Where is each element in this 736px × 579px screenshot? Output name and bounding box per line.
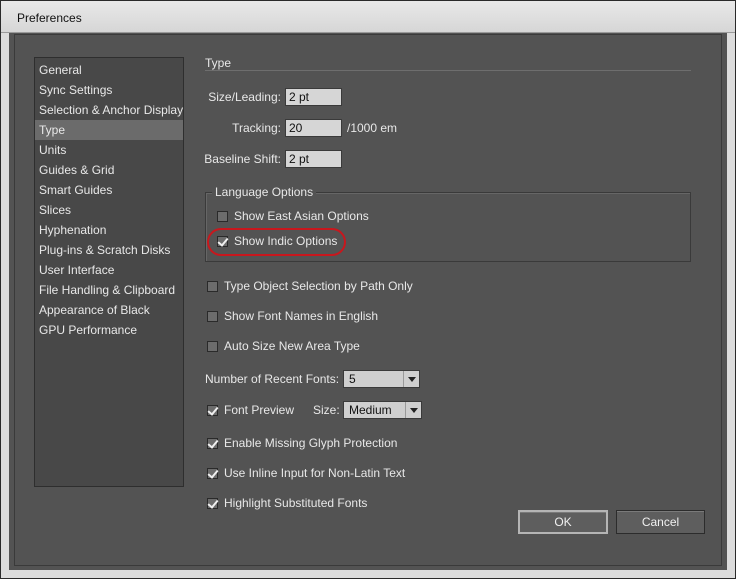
sidebar-item-file-handling-clipboard[interactable]: File Handling & Clipboard <box>35 280 183 300</box>
sidebar-item-hyphenation[interactable]: Hyphenation <box>35 220 183 240</box>
auto-size-area-type-checkbox[interactable] <box>207 341 218 352</box>
language-options-title: Language Options <box>212 185 317 199</box>
window-frame-left <box>1 33 9 578</box>
sidebar-item-smart-guides[interactable]: Smart Guides <box>35 180 183 200</box>
title-bar[interactable]: Preferences <box>1 1 735 33</box>
font-preview-label: Font Preview <box>224 403 295 417</box>
sidebar-item-selection-anchor-display[interactable]: Selection & Anchor Display <box>35 100 183 120</box>
sidebar-item-type[interactable]: Type <box>35 120 183 140</box>
sidebar-item-slices[interactable]: Slices <box>35 200 183 220</box>
tracking-unit: /1000 em <box>347 121 398 135</box>
font-preview-size-label: Size: <box>313 403 340 417</box>
show-font-names-english-option[interactable]: Show Font Names in English <box>207 308 378 324</box>
highlight-substituted-label: Highlight Substituted Fonts <box>224 496 368 510</box>
window-frame-right <box>727 33 735 578</box>
show-east-asian-label: Show East Asian Options <box>234 209 369 223</box>
chevron-down-icon[interactable] <box>405 402 421 418</box>
section-divider <box>205 70 691 71</box>
show-font-names-english-label: Show Font Names in English <box>224 309 379 323</box>
highlight-substituted-option[interactable]: Highlight Substituted Fonts <box>207 495 367 511</box>
sidebar-item-gpu-performance[interactable]: GPU Performance <box>35 320 183 340</box>
sidebar-item-plugins-scratch-disks[interactable]: Plug-ins & Scratch Disks <box>35 240 183 260</box>
sidebar-item-sync-settings[interactable]: Sync Settings <box>35 80 183 100</box>
sidebar-item-units[interactable]: Units <box>35 140 183 160</box>
recent-fonts-label: Number of Recent Fonts: <box>205 372 340 386</box>
chevron-down-icon[interactable] <box>403 371 419 387</box>
font-preview-option[interactable]: Font Preview <box>207 402 294 418</box>
type-object-selection-label: Type Object Selection by Path Only <box>224 279 413 293</box>
dialog-content: General Sync Settings Selection & Anchor… <box>14 34 722 566</box>
auto-size-area-type-label: Auto Size New Area Type <box>224 339 360 353</box>
window-frame-bottom <box>1 570 735 578</box>
red-highlight-ring <box>207 228 346 256</box>
show-font-names-english-checkbox[interactable] <box>207 311 218 322</box>
size-leading-label: Size/Leading: <box>208 90 281 104</box>
baseline-shift-input[interactable]: 2 pt <box>285 150 342 168</box>
sidebar-item-general[interactable]: General <box>35 60 183 80</box>
font-preview-size-value: Medium <box>349 403 392 417</box>
missing-glyph-option[interactable]: Enable Missing Glyph Protection <box>207 435 397 451</box>
baseline-shift-label: Baseline Shift: <box>204 152 281 166</box>
sidebar-item-user-interface[interactable]: User Interface <box>35 260 183 280</box>
window-title: Preferences <box>17 11 82 25</box>
font-preview-checkbox[interactable] <box>207 405 218 416</box>
show-east-asian-checkbox[interactable] <box>217 211 228 222</box>
ok-button[interactable]: OK <box>518 510 608 534</box>
size-leading-input[interactable]: 2 pt <box>285 88 342 106</box>
font-preview-size-select[interactable]: Medium <box>343 401 422 419</box>
recent-fonts-value: 5 <box>349 372 356 386</box>
section-title-type: Type <box>205 56 232 70</box>
inline-input-checkbox[interactable] <box>207 468 218 479</box>
cancel-button[interactable]: Cancel <box>616 510 705 534</box>
sidebar-item-guides-grid[interactable]: Guides & Grid <box>35 160 183 180</box>
missing-glyph-label: Enable Missing Glyph Protection <box>224 436 398 450</box>
recent-fonts-select[interactable]: 5 <box>343 370 420 388</box>
highlight-substituted-checkbox[interactable] <box>207 498 218 509</box>
sidebar-item-appearance-of-black[interactable]: Appearance of Black <box>35 300 183 320</box>
tracking-label: Tracking: <box>232 121 281 135</box>
preferences-window: Preferences General Sync Settings Select… <box>0 0 736 579</box>
auto-size-area-type-option[interactable]: Auto Size New Area Type <box>207 338 360 354</box>
type-object-selection-checkbox[interactable] <box>207 281 218 292</box>
inline-input-label: Use Inline Input for Non-Latin Text <box>224 466 406 480</box>
tracking-input[interactable]: 20 <box>285 119 342 137</box>
show-east-asian-options[interactable]: Show East Asian Options <box>217 208 369 224</box>
inline-input-option[interactable]: Use Inline Input for Non-Latin Text <box>207 465 405 481</box>
missing-glyph-checkbox[interactable] <box>207 438 218 449</box>
category-list: General Sync Settings Selection & Anchor… <box>34 57 184 487</box>
type-object-selection-option[interactable]: Type Object Selection by Path Only <box>207 278 413 294</box>
